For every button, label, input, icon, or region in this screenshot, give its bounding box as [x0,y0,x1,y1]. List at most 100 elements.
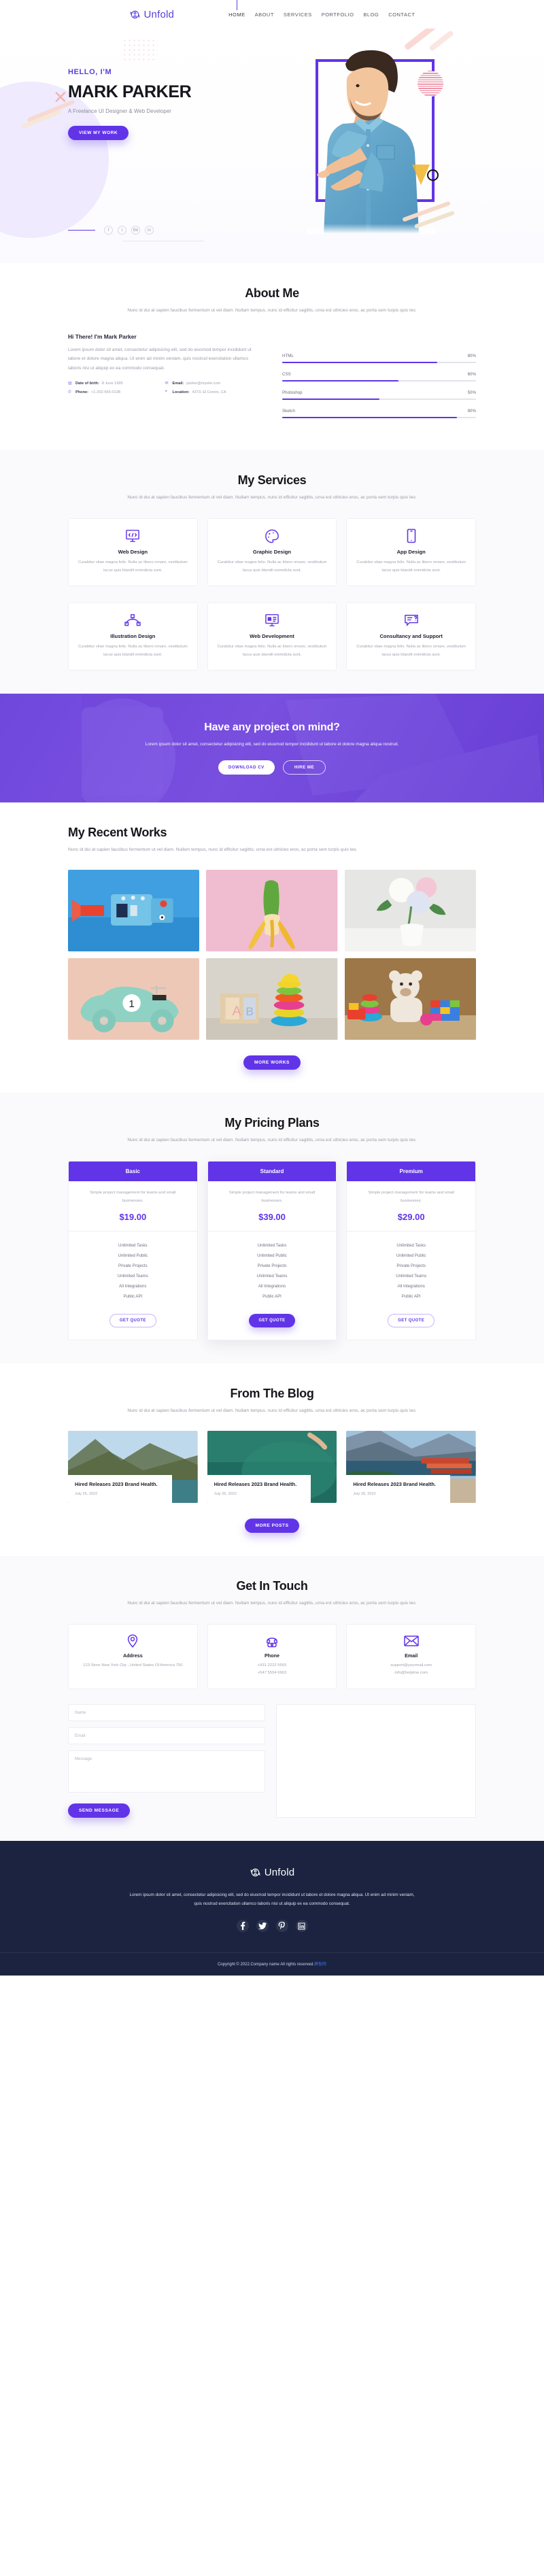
plan-feature: All Integrations [119,1284,147,1289]
skill-value: 90% [467,408,476,413]
twitter-icon[interactable]: t [118,226,126,235]
nav-item-contact[interactable]: CONTACT [388,12,415,18]
portfolio-item-robot-toy[interactable] [68,869,200,951]
blog-title: From The Blog [230,1387,314,1401]
svg-text:B: B [246,1004,254,1018]
nav-item-home[interactable]: HOME [228,0,245,18]
blog-grid: Hired Releases 2023 Brand Health. July 2… [68,1430,476,1503]
contact-map[interactable] [276,1704,476,1818]
blog-post-title: Hired Releases 2023 Brand Health. [214,1480,297,1487]
plan-feature: Private Projects [118,1264,148,1269]
twitter-icon[interactable] [256,1920,269,1933]
plan-features: Unlimited Tasks Unlimited Public Private… [208,1232,337,1306]
service-card-consultancy-support[interactable]: Consultancy and Support Curabitur vitae … [346,603,476,671]
plan-feature: Unlimited Public [257,1253,287,1259]
plan-feature: Unlimited Public [396,1253,426,1259]
portfolio-title: My Recent Works [68,826,167,840]
email-input[interactable] [68,1727,265,1744]
skill-value: 80% [467,353,476,358]
portfolio-item-race-car[interactable]: 1 [68,957,200,1040]
view-my-work-button[interactable]: VIEW MY WORK [68,126,129,140]
nav-item-portfolio[interactable]: PORTFOLIO [322,12,354,18]
portfolio-item-teddy-toys[interactable] [344,957,476,1040]
footer-brand-name: Unfold [264,1866,295,1878]
pricing-section: My Pricing Plans Nunc id dui at sapien f… [0,1092,544,1364]
pricing-card-premium: Premium Simple project management for te… [346,1161,476,1341]
send-message-button[interactable]: SEND MESSAGE [68,1803,131,1818]
pinterest-icon[interactable] [275,1920,288,1933]
page-root: Unfold HOME ABOUT SERVICES PORTFOLIO BLO… [0,0,544,1976]
nav-item-blog[interactable]: BLOG [363,12,379,18]
meta-value: parker@mysite.com [186,381,221,386]
unfold-user-cycle-icon [129,10,140,18]
blog-post-date: July 26, 2022 [75,1491,98,1496]
facebook-icon[interactable] [236,1920,249,1933]
plan-desc: Simple project management for teams and … [228,1191,316,1203]
plan-feature: Private Projects [396,1264,426,1269]
message-textarea[interactable] [68,1750,265,1793]
location-icon: ⌖ [165,390,167,394]
copyright-bar: Copyright © 2022.Company name All rights… [0,1952,544,1976]
service-title: Web Design [118,549,148,556]
blog-post-card-1[interactable]: Hired Releases 2023 Brand Health. July 2… [68,1430,198,1503]
about-subtitle: Nunc id dui at sapien faucibus fermentum… [127,308,417,313]
footer-description: Lorem ipsum dolor sit amet, consectetur … [129,1892,415,1906]
skill-label: HTML [282,353,294,358]
service-title: App Design [396,549,426,556]
name-input[interactable] [68,1704,265,1721]
more-works-button[interactable]: MORE WORKS [243,1055,301,1070]
brand-logo[interactable]: Unfold [129,9,175,20]
contact-card-heading: Address [122,1653,143,1659]
footer-social-links [0,1920,544,1952]
more-posts-button[interactable]: MORE POSTS [244,1518,300,1533]
meta-value: 4373, El Centro, CA [192,390,226,394]
service-desc: Curabitur vitae magna felis. Nulla ac li… [356,560,466,573]
service-card-app-design[interactable]: App Design Curabitur vitae magna felis. … [346,518,476,587]
download-cv-button[interactable]: DOWNLOAD CV [218,760,275,775]
nav-item-about[interactable]: ABOUT [255,12,274,18]
service-title: Consultancy and Support [379,633,443,640]
browser-layout-icon [216,613,328,628]
cta-title: Have any project on mind? [204,722,340,734]
portfolio-item-banana-cactus[interactable] [206,869,338,951]
hero-eyebrow: HELLO, I'M [68,68,112,76]
linkedin-icon[interactable] [295,1920,308,1933]
main-navigation: HOME ABOUT SERVICES PORTFOLIO BLOG CONTA… [228,0,415,18]
service-card-web-development[interactable]: Web Development Curabitur vitae magna fe… [207,603,337,671]
blog-section: From The Blog Nunc id dui at sapien fauc… [0,1363,544,1556]
bezier-pen-icon [77,613,189,628]
portfolio-grid: 1 A B [68,869,476,1040]
blog-post-card-2[interactable]: Hired Releases 2023 Brand Health. July 2… [207,1430,337,1503]
pricing-title: My Pricing Plans [224,1115,320,1130]
hero-social-links: f t Bē in [68,226,154,235]
service-card-illustration-design[interactable]: Illustration Design Curabitur vitae magn… [68,603,198,671]
meta-email: ✉ Email: parker@mysite.com [165,381,262,386]
get-quote-button-standard[interactable]: GET QUOTE [248,1314,296,1328]
unfold-user-cycle-icon [250,1868,260,1876]
services-title: My Services [237,473,307,487]
hire-me-button[interactable]: HIRE ME [282,760,326,775]
behance-icon[interactable]: Bē [131,226,140,235]
portfolio-item-abc-blocks[interactable]: A B [206,957,338,1040]
mail-icon: ✉ [165,382,169,386]
get-quote-button-basic[interactable]: GET QUOTE [109,1314,156,1328]
pricing-card-standard: Standard Simple project management for t… [207,1161,337,1341]
plan-features: Unlimited Tasks Unlimited Public Private… [347,1232,475,1306]
pricing-subtitle: Nunc id dui at sapien faucibus fermentum… [127,1137,417,1142]
blog-post-card-3[interactable]: Hired Releases 2023 Brand Health. July 2… [346,1430,476,1503]
plan-desc: Simple project management for teams and … [90,1191,176,1203]
footer-brand-logo[interactable]: Unfold [250,1867,295,1878]
service-card-graphic-design[interactable]: Graphic Design Curabitur vitae magna fel… [207,518,337,587]
skill-label: Photoshop [282,390,303,395]
linkedin-icon[interactable]: in [145,226,154,235]
about-heading: Hi There! I'm Mark Parker [68,333,137,340]
facebook-icon[interactable]: f [104,226,113,235]
skill-value: 60% [467,371,476,377]
contact-section: Get In Touch Nunc id dui at sapien fauci… [0,1555,544,1841]
service-card-web-design[interactable]: Web Design Curabitur vitae magna felis. … [68,518,198,587]
hero-section: ✕ HELLO, I'M MARK PARKER A Freelance UI … [0,29,544,263]
get-quote-button-premium[interactable]: GET QUOTE [388,1314,435,1328]
plan-feature: Unlimited Teams [396,1274,427,1279]
nav-item-services[interactable]: SERVICES [284,12,312,18]
portfolio-item-flower-vase[interactable] [344,869,476,951]
